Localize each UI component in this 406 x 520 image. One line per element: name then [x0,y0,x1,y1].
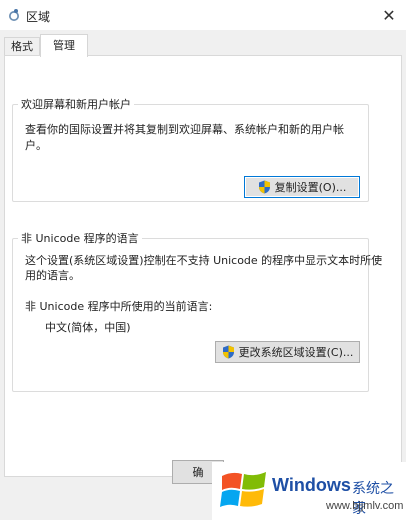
window-title: 区域 [26,10,51,24]
tab-administrative[interactable]: 管理 [40,34,88,57]
non-unicode-group-legend: 非 Unicode 程序的语言 [21,232,139,245]
watermark: Windows 系统之家 www.bjjmlv.com [212,462,406,520]
close-icon[interactable]: ✕ [372,0,406,30]
change-system-locale-label: 更改系统区域设置(C)... [238,346,354,359]
region-globe-icon [7,8,21,22]
uac-shield-icon [222,345,234,359]
current-language-label: 非 Unicode 程序中所使用的当前语言: [25,300,213,313]
current-language-value: 中文(简体，中国) [45,321,131,334]
title-bar: 区域 ✕ [0,0,406,30]
welcome-group-legend: 欢迎屏幕和新用户帐户 [21,98,131,111]
non-unicode-description-line2: 用的语言。 [25,269,80,282]
welcome-description: 查看你的国际设置并将其复制到欢迎屏幕、系统帐户和新的用户帐户。 [25,123,344,152]
tab-panel: 欢迎屏幕和新用户帐户 查看你的国际设置并将其复制到欢迎屏幕、系统帐户和新的用户帐… [4,55,402,477]
copy-settings-label: 复制设置(O)... [274,181,347,194]
change-system-locale-button[interactable]: 更改系统区域设置(C)... [215,341,360,363]
ok-button-label: 确 [192,466,204,479]
watermark-brand-text: 系统之家 [352,481,394,517]
copy-settings-button[interactable]: 复制设置(O)... [244,176,360,198]
watermark-url-text: www.bjjmlv.com [326,500,404,512]
non-unicode-description-line1: 这个设置(系统区域设置)控制在不支持 Unicode 的程序中显示文本时所使 [25,254,383,267]
windows-logo-icon [220,472,266,507]
client-area: 格式 管理 欢迎屏幕和新用户帐户 查看你的国际设置并将其复制到欢迎屏幕、系统帐户… [0,30,406,520]
tab-format[interactable]: 格式 [4,37,40,56]
watermark-windows-text: Windows [272,475,351,495]
uac-shield-icon [258,180,270,194]
